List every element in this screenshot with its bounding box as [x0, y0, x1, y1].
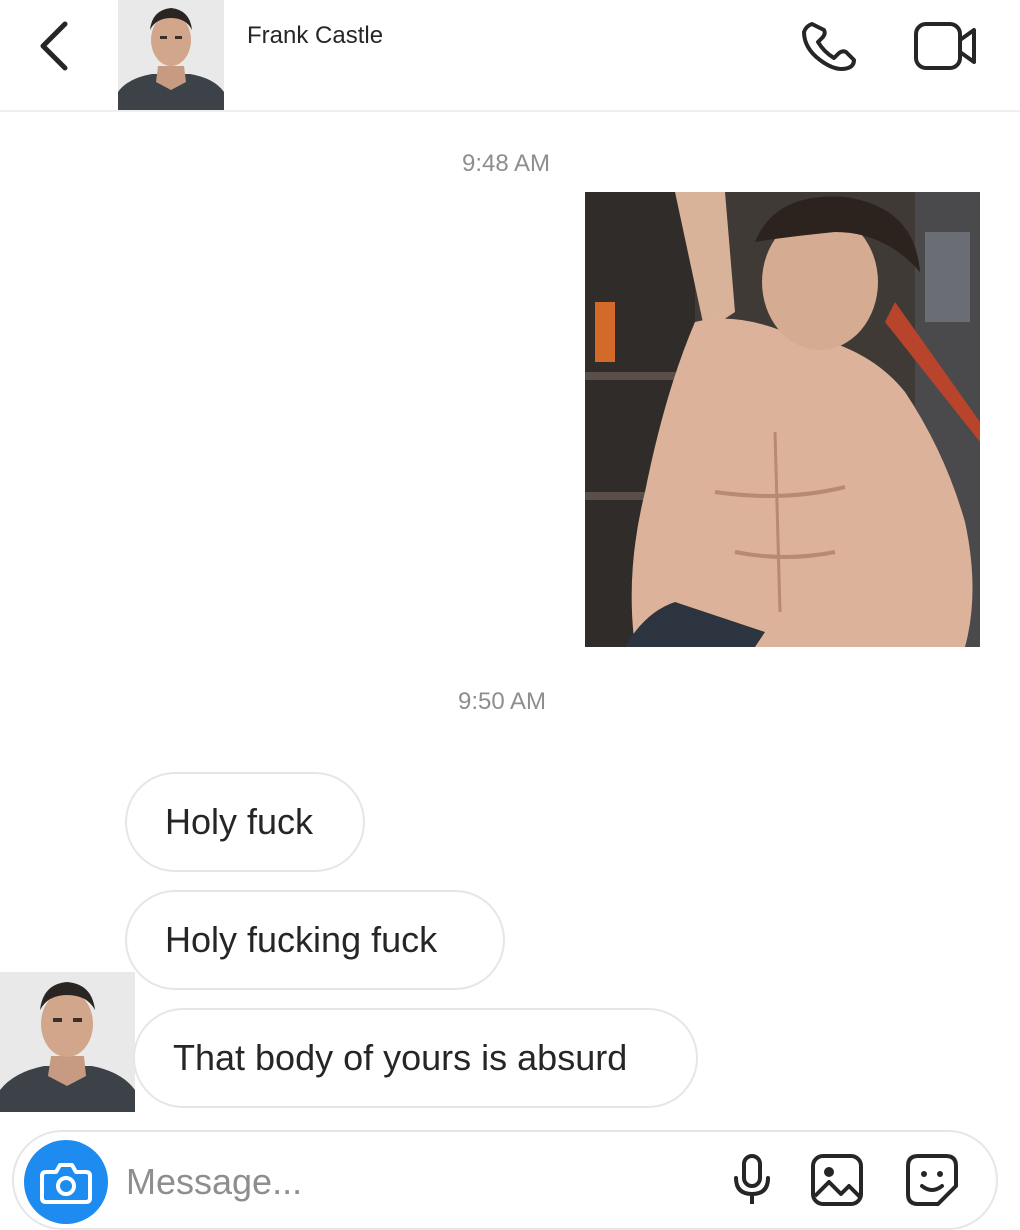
message-text: That body of yours is absurd	[173, 1037, 628, 1078]
message-timestamp: 9:48 AM	[461, 150, 551, 177]
gallery-button[interactable]	[809, 1152, 865, 1208]
received-message-bubble[interactable]: That body of yours is absurd	[133, 1008, 698, 1108]
microphone-icon	[734, 1154, 770, 1204]
audio-call-button[interactable]	[798, 18, 858, 74]
message-input[interactable]	[124, 1156, 688, 1208]
avatar-image	[0, 972, 135, 1112]
voice-message-button[interactable]	[724, 1152, 780, 1208]
back-button[interactable]	[30, 18, 80, 74]
message-text: Holy fuck	[165, 801, 314, 842]
message-composer	[12, 1130, 998, 1230]
contact-avatar[interactable]	[118, 0, 224, 110]
phone-icon	[802, 22, 856, 71]
sticker-button[interactable]	[904, 1152, 960, 1208]
sender-avatar[interactable]	[0, 972, 135, 1112]
received-message-bubble[interactable]: Holy fuck	[125, 772, 365, 872]
photo-image	[585, 192, 980, 647]
sticker-icon	[906, 1154, 958, 1206]
camera-button[interactable]	[24, 1140, 108, 1224]
image-icon	[811, 1154, 863, 1206]
message-timestamp: 9:50 AM	[457, 688, 547, 715]
received-message-bubble[interactable]: Holy fucking fuck	[125, 890, 505, 990]
chat-header: Frank Castle	[0, 0, 1020, 112]
contact-name[interactable]: Frank Castle	[247, 22, 383, 50]
shared-photo[interactable]	[585, 192, 980, 647]
video-call-button[interactable]	[912, 18, 980, 74]
video-camera-icon	[914, 22, 976, 70]
chevron-left-icon	[40, 21, 68, 71]
camera-icon	[40, 1163, 92, 1204]
message-text: Holy fucking fuck	[165, 919, 438, 960]
avatar-image	[118, 0, 224, 110]
